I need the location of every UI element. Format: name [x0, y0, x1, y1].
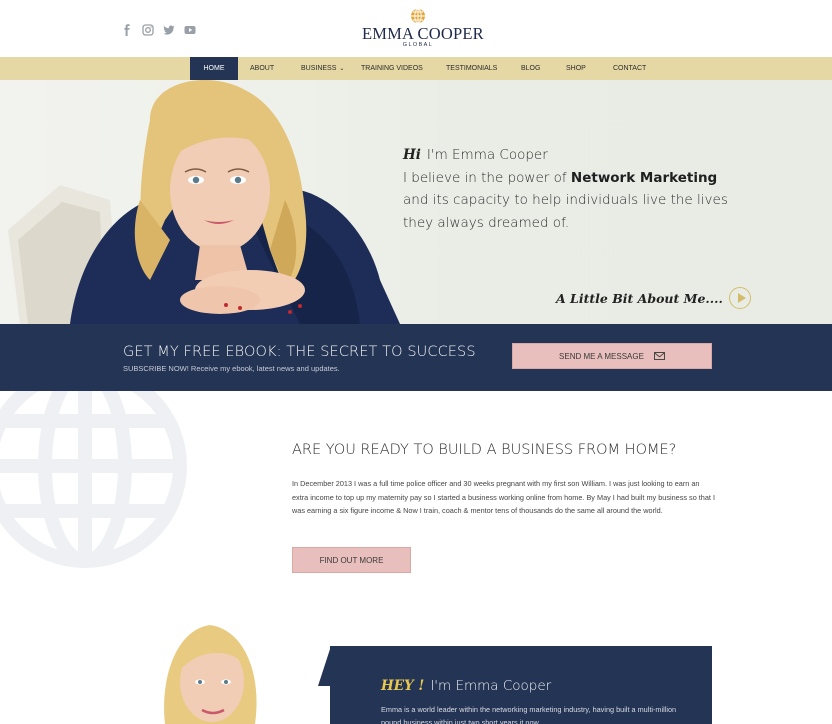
nav-label: CONTACT	[613, 65, 647, 72]
nav-item-contact[interactable]: CONTACT	[613, 57, 646, 80]
nav-item-shop[interactable]: SHOP	[566, 57, 586, 80]
nav-item-home[interactable]: HOME	[190, 57, 238, 80]
logo-name: EMMA COOPER	[362, 24, 484, 43]
hero-line-1-text: I believe in the power of	[403, 169, 571, 186]
globe-watermark-icon	[0, 391, 187, 568]
chevron-down-icon: ⌄	[339, 66, 345, 72]
nav-label: TRAINING VIDEOS	[361, 65, 423, 72]
hey-card-body: Emma is a world leader within the networ…	[381, 705, 677, 724]
business-section-title: ARE YOU READY TO BUILD A BUSINESS FROM H…	[292, 442, 677, 458]
send-message-button[interactable]: SEND ME A MESSAGE	[512, 343, 712, 369]
nav-label: SHOP	[566, 65, 586, 72]
logo-globe-icon	[411, 8, 425, 24]
site-logo[interactable]: EMMA COOPER GLOBAL	[362, 8, 484, 49]
nav-item-training-videos[interactable]: TRAINING VIDEOS	[361, 57, 423, 80]
nav-item-about[interactable]: ABOUT	[250, 57, 274, 80]
about-me-link[interactable]: A Little Bit About Me....	[556, 287, 751, 309]
ebook-signup-band: GET MY FREE EBOOK: THE SECRET TO SUCCESS…	[0, 324, 832, 391]
ebook-subtitle: SUBSCRIBE NOW! Receive my ebook, latest …	[123, 364, 340, 373]
facebook-icon[interactable]	[121, 24, 133, 36]
hey-card-title: HEY ! I'm Emma Cooper	[381, 678, 551, 694]
nav-item-blog[interactable]: BLOG	[521, 57, 540, 80]
main-nav: HOME ABOUT BUSINESS ⌄ TRAINING VIDEOS TES…	[0, 57, 832, 80]
about-me-label: A Little Bit About Me....	[556, 290, 723, 306]
nav-label: TESTIMONIALS	[446, 65, 498, 72]
twitter-icon[interactable]	[163, 24, 175, 36]
play-icon[interactable]	[728, 287, 751, 309]
hey-name: I'm Emma Cooper	[430, 678, 552, 694]
youtube-icon[interactable]	[184, 24, 196, 36]
hero-name: I'm Emma Cooper	[426, 147, 548, 163]
ebook-title: GET MY FREE EBOOK: THE SECRET TO SUCCESS	[123, 344, 476, 360]
business-section-body: In December 2013 I was a full time polic…	[292, 479, 716, 516]
hero-intro: Hi I'm Emma Cooper I believe in the power…	[403, 144, 743, 234]
envelope-icon	[654, 352, 665, 360]
find-out-more-button[interactable]: FIND OUT MORE	[292, 547, 411, 573]
nav-label: ABOUT	[250, 65, 275, 72]
hero-line-2: and its capacity to help individuals liv…	[403, 192, 728, 208]
hero-hi: Hi	[403, 147, 421, 163]
send-message-label: SEND ME A MESSAGE	[559, 351, 644, 361]
hero-greeting: Hi I'm Emma Cooper	[403, 144, 743, 167]
social-links	[121, 24, 196, 36]
find-out-more-label: FIND OUT MORE	[319, 555, 384, 565]
nav-label: BUSINESS	[301, 65, 337, 72]
nav-item-testimonials[interactable]: TESTIMONIALS	[446, 57, 497, 80]
nav-item-business[interactable]: BUSINESS ⌄	[301, 57, 344, 80]
hey-label: HEY !	[381, 678, 425, 694]
hero-highlight: Network Marketing	[570, 169, 718, 186]
instagram-icon[interactable]	[142, 24, 154, 36]
nav-label: HOME	[203, 65, 225, 72]
emma-portrait-image	[164, 625, 257, 724]
logo-subtitle: GLOBAL	[402, 42, 434, 48]
site-header: EMMA COOPER GLOBAL	[0, 0, 832, 57]
hero-line-3: they always dreamed of.	[403, 214, 570, 231]
hero-banner: Hi I'm Emma Cooper I believe in the power…	[0, 80, 832, 324]
nav-label: BLOG	[521, 65, 541, 72]
hero-line-1: I believe in the power of Network Market…	[403, 167, 743, 190]
